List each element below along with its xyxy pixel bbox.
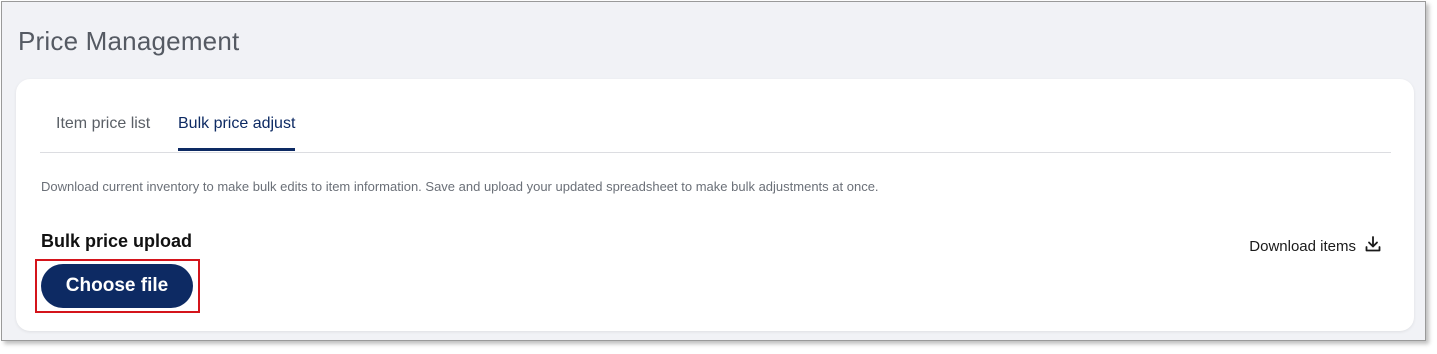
tab-item-price-list[interactable]: Item price list (56, 115, 150, 149)
choose-file-button[interactable]: Choose file (41, 264, 193, 308)
section-title: Bulk price upload (41, 231, 193, 251)
download-items-label: Download items (1249, 237, 1356, 255)
app-frame: Price Management Item price list Bulk pr… (1, 1, 1426, 341)
download-icon (1364, 235, 1382, 257)
bulk-description: Download current inventory to make bulk … (41, 179, 879, 194)
tab-bar: Item price list Bulk price adjust (40, 79, 1391, 153)
download-items-link[interactable]: Download items (1249, 235, 1382, 257)
content-card: Item price list Bulk price adjust Downlo… (16, 79, 1414, 331)
tab-bulk-price-adjust[interactable]: Bulk price adjust (178, 115, 296, 151)
page-title: Price Management (18, 26, 240, 56)
